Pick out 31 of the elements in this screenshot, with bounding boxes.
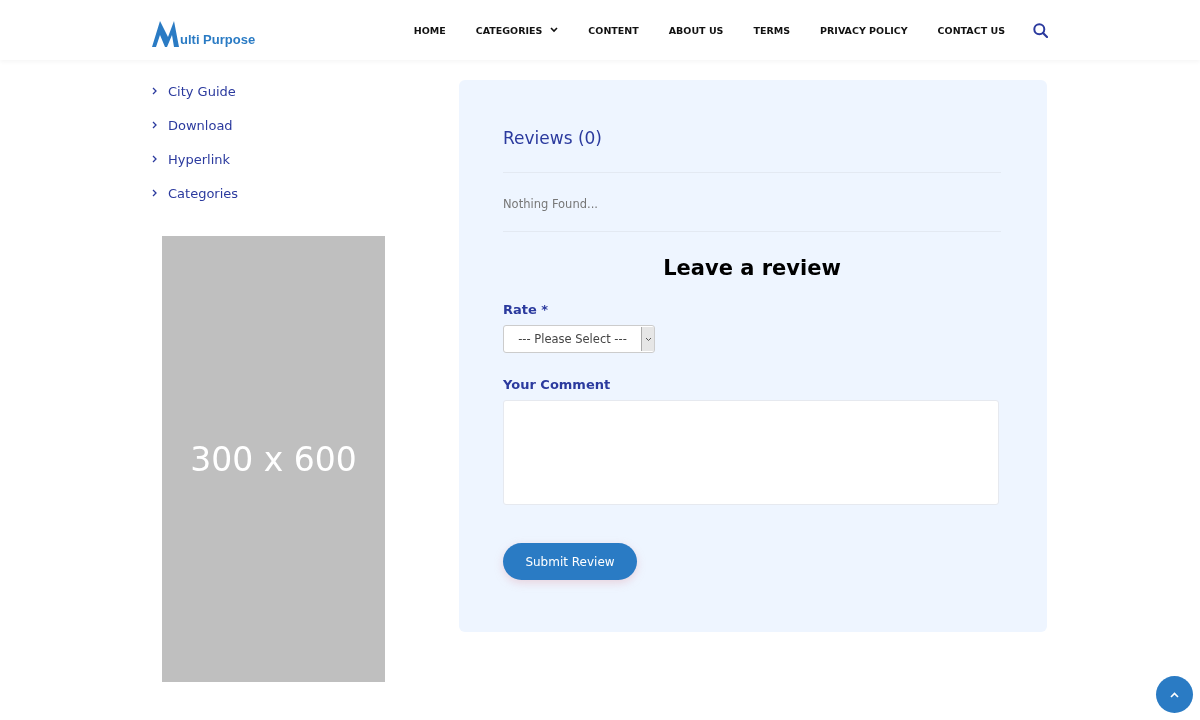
sidebar-link[interactable]: Download [168, 117, 233, 133]
nav-link[interactable]: PRIVACY POLICY [820, 24, 908, 36]
form-heading: Leave a review [662, 256, 842, 280]
search-icon[interactable] [1033, 22, 1048, 38]
chevron-right-icon [152, 155, 157, 163]
mountain-icon [152, 19, 180, 47]
nav-link[interactable]: TERMS [753, 24, 791, 36]
chevron-up-icon [1170, 691, 1179, 698]
sidebar-link[interactable]: City Guide [168, 83, 236, 99]
nav-link[interactable]: CONTACT US [937, 24, 1005, 36]
reviews-title: Reviews (0) [503, 128, 603, 150]
nav-link[interactable]: CONTENT [588, 24, 639, 36]
empty-message: Nothing Found... [503, 197, 599, 211]
chevron-right-icon [152, 189, 157, 197]
chevron-right-icon [152, 121, 157, 129]
chevron-down-icon [644, 336, 652, 342]
nav-link[interactable]: CATEGORIES [475, 24, 559, 36]
nav-link[interactable]: HOME [413, 24, 446, 36]
comment-label: Your Comment [503, 377, 612, 392]
nav-link[interactable]: ABOUT US [668, 24, 724, 36]
sidebar-link[interactable]: Hyperlink [168, 151, 231, 167]
ad-size-text: 300 x 600 [190, 439, 357, 479]
logo-text[interactable]: ulti Purpose [180, 33, 256, 47]
chevron-right-icon [152, 87, 157, 95]
rate-select[interactable]: --- Please Select --- [503, 325, 655, 353]
sidebar-link[interactable]: Categories [168, 185, 239, 201]
comment-field[interactable] [503, 400, 999, 505]
rate-label: Rate * [503, 302, 550, 317]
scroll-top-button[interactable] [1156, 676, 1193, 713]
chevron-down-icon [550, 27, 559, 33]
submit-button[interactable]: Submit Review [503, 543, 637, 580]
